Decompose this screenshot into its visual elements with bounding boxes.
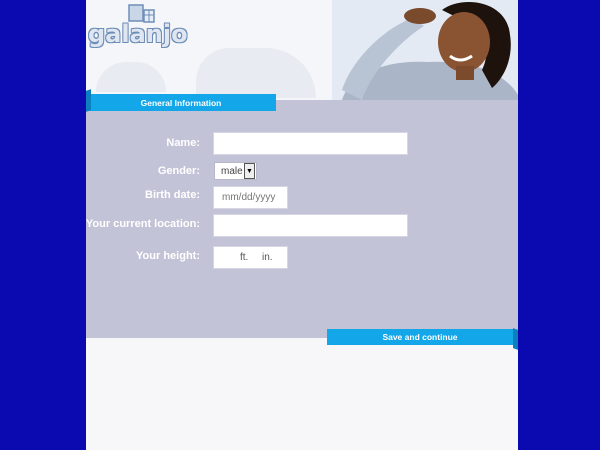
save-button-label: Save and continue <box>382 332 458 342</box>
gender-label: Gender: <box>157 165 200 177</box>
form-panel: Name: Gender: male ▼ Birth date: Your cu… <box>86 100 518 338</box>
page-container: galanjo Name: Gender: male ▼ Birth date:… <box>86 0 518 450</box>
tab-label: General Information <box>140 97 222 108</box>
hero-photo <box>332 0 518 100</box>
name-input[interactable] <box>214 133 407 154</box>
button-flap <box>513 328 518 350</box>
location-input[interactable] <box>214 215 407 236</box>
location-field[interactable] <box>213 214 408 237</box>
header-banner: galanjo <box>86 0 518 100</box>
tab-general-information: General Information <box>86 89 276 112</box>
logo: galanjo <box>88 4 188 48</box>
gender-selected-value: male <box>221 165 243 177</box>
background-cloud <box>196 48 316 98</box>
inches-unit: in. <box>262 252 273 263</box>
name-field[interactable] <box>213 132 408 155</box>
gender-select[interactable]: male ▼ <box>214 162 257 180</box>
chevron-down-icon[interactable]: ▼ <box>244 163 255 179</box>
logo-text: galanjo <box>88 20 188 48</box>
location-label: Your current location: <box>85 218 200 230</box>
woman-photo-illustration <box>332 0 518 100</box>
name-label: Name: <box>166 137 200 149</box>
background-cloud <box>96 62 166 92</box>
height-field[interactable]: ft. in. <box>213 246 288 269</box>
save-and-continue-button[interactable]: Save and continue <box>327 328 518 350</box>
tab-flap <box>86 89 91 112</box>
height-label: Your height: <box>136 250 200 262</box>
birth-date-label: Birth date: <box>145 189 200 201</box>
birth-date-field[interactable] <box>213 186 288 209</box>
birth-date-input[interactable] <box>214 187 287 208</box>
feet-unit: ft. <box>240 252 249 263</box>
